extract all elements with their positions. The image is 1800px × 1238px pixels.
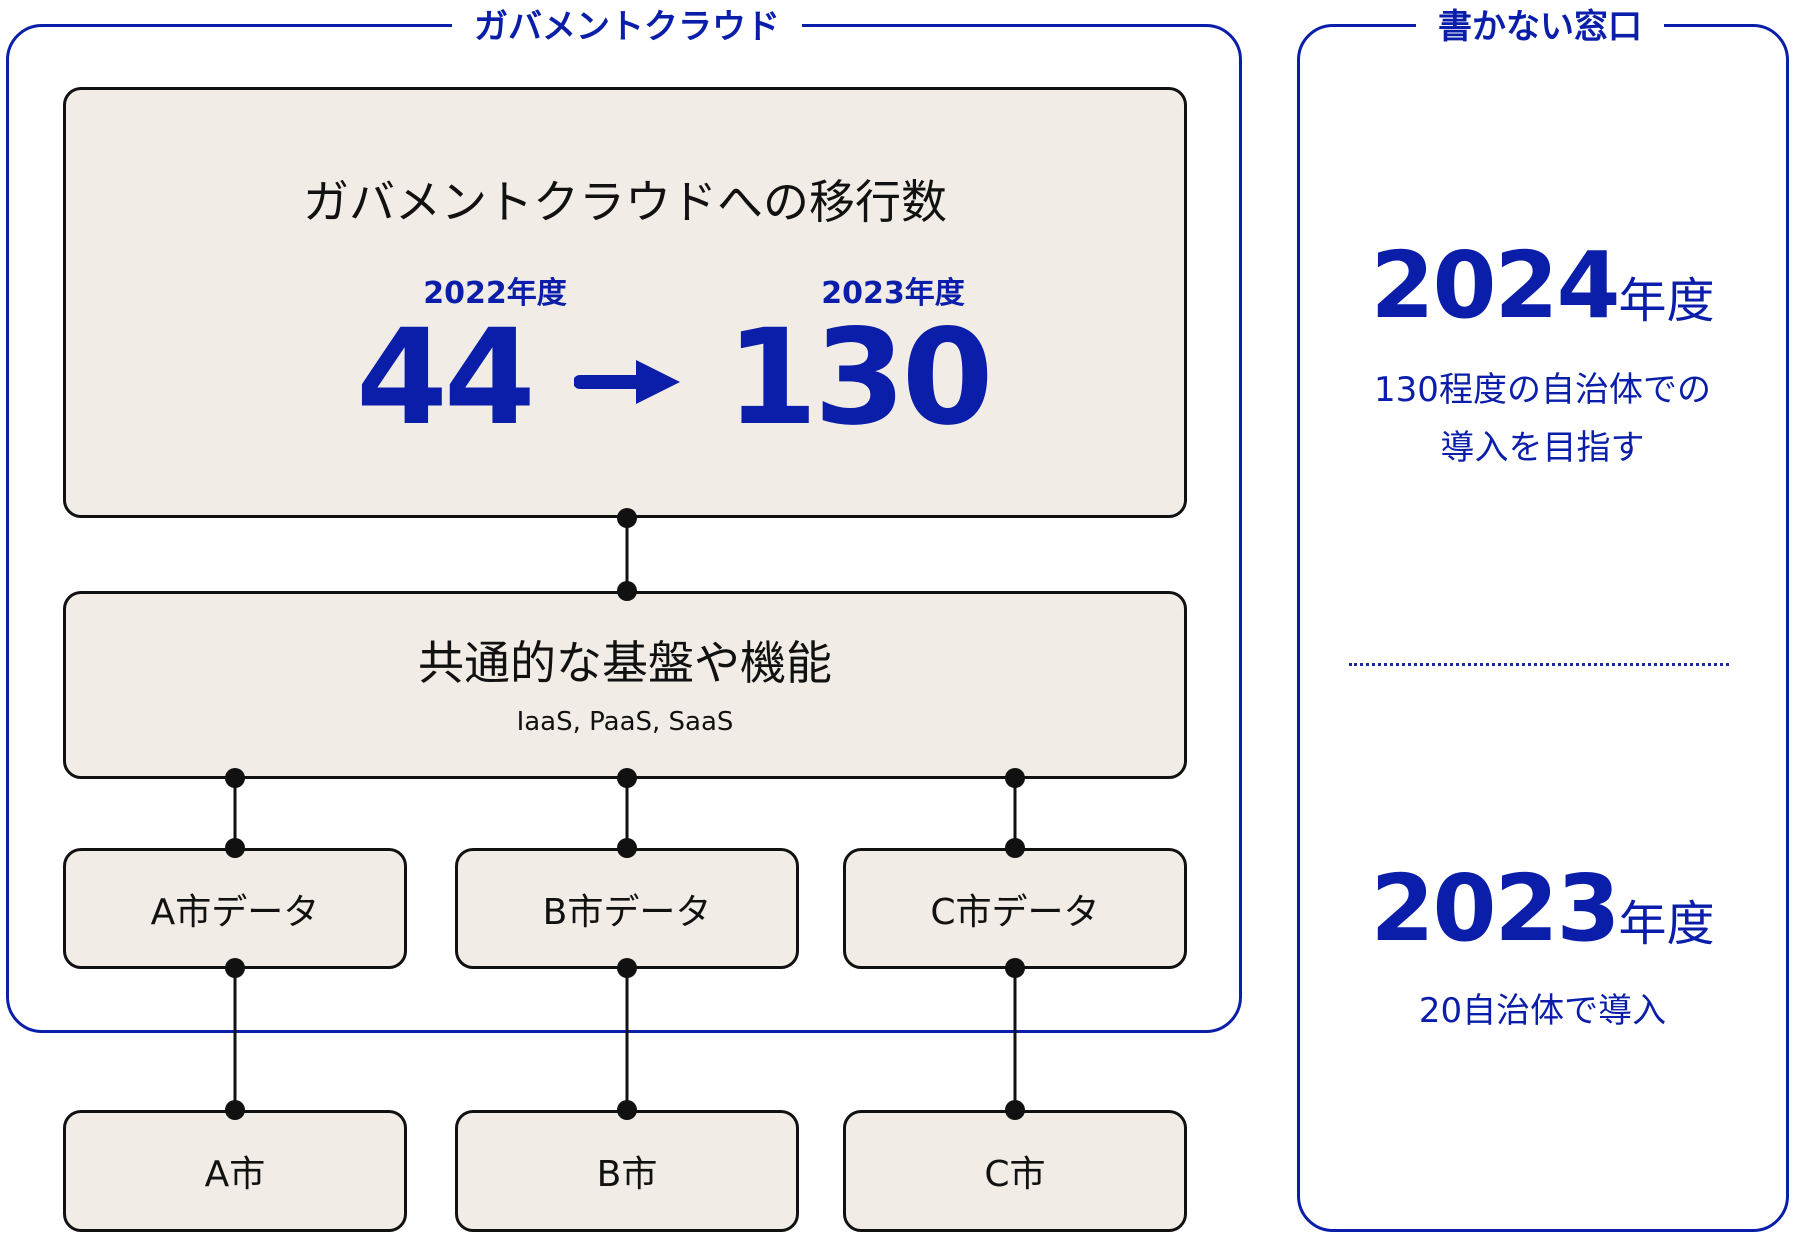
stat-2024-description-line: 130程度の自治体での bbox=[1374, 370, 1711, 410]
stat-2023-unit: 年度 bbox=[1618, 896, 1715, 952]
city-a-data-box: A市データ bbox=[63, 848, 407, 969]
stat-2023-year: 2023 bbox=[1370, 855, 1620, 962]
stat-2024-description: 130程度の自治体での 導入を目指す bbox=[1297, 361, 1788, 477]
stats-divider bbox=[1349, 663, 1729, 666]
city-b-data-box: B市データ bbox=[455, 848, 799, 969]
common-platform-box: 共通的な基盤や機能 IaaS, PaaS, SaaS bbox=[63, 591, 1187, 779]
city-c-label: C市 bbox=[984, 1154, 1046, 1195]
kakanai-madoguchi-panel bbox=[1297, 24, 1789, 1232]
stat-2023-description-line: 20自治体で導入 bbox=[1418, 991, 1667, 1031]
common-platform-subtitle: IaaS, PaaS, SaaS bbox=[516, 707, 734, 737]
city-c-box: C市 bbox=[843, 1110, 1187, 1232]
migration-count-title: ガバメントクラウドへの移行数 bbox=[303, 175, 947, 229]
city-a-box: A市 bbox=[63, 1110, 407, 1232]
stat-2023-heading: 2023年度 bbox=[1297, 855, 1788, 962]
migration-count-box: ガバメントクラウドへの移行数 2022年度 44 2023年度 130 bbox=[63, 87, 1187, 518]
arrow-right-icon bbox=[574, 360, 680, 404]
city-c-data-label: C市データ bbox=[930, 891, 1100, 933]
city-a-data-label: A市データ bbox=[150, 891, 320, 933]
city-a-label: A市 bbox=[204, 1154, 266, 1195]
stat-2024-unit: 年度 bbox=[1618, 273, 1715, 329]
stat-2023-description: 20自治体で導入 bbox=[1297, 982, 1788, 1040]
stat-2024-year: 2024 bbox=[1370, 232, 1620, 339]
government-cloud-panel-title: ガバメントクラウド bbox=[452, 2, 802, 52]
stat-2024-description-line: 導入を目指す bbox=[1440, 428, 1645, 468]
kakanai-madoguchi-panel-title: 書かない窓口 bbox=[1416, 2, 1664, 52]
to-value: 130 bbox=[726, 301, 994, 455]
stat-2024: 2024年度 130程度の自治体での 導入を目指す bbox=[1297, 232, 1788, 477]
city-c-data-box: C市データ bbox=[843, 848, 1187, 969]
common-platform-title: 共通的な基盤や機能 bbox=[418, 636, 832, 690]
city-b-label: B市 bbox=[596, 1154, 658, 1195]
stat-2024-heading: 2024年度 bbox=[1297, 232, 1788, 339]
from-value: 44 bbox=[356, 301, 536, 455]
stat-2023: 2023年度 20自治体で導入 bbox=[1297, 855, 1788, 1040]
city-b-box: B市 bbox=[455, 1110, 799, 1232]
city-b-data-label: B市データ bbox=[542, 891, 712, 933]
